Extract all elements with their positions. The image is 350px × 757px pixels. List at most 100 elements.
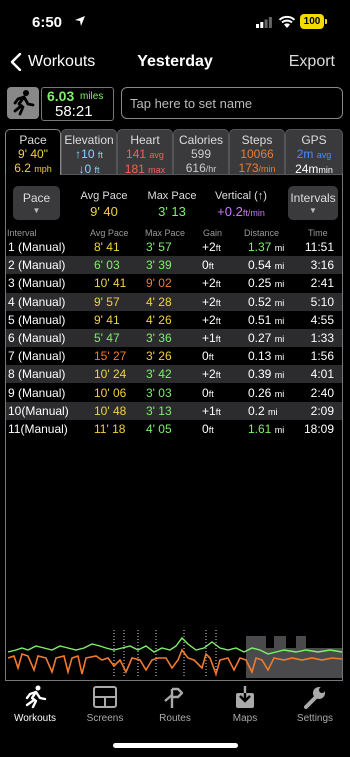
gain-unit: ft <box>215 279 221 290</box>
activity-type-button[interactable] <box>7 87 39 119</box>
tab-value: 6.2 <box>14 161 31 175</box>
time-cell: 4:55 <box>310 312 334 327</box>
distance-unit: mi <box>274 279 285 290</box>
avg-pace-cell: 10' 48 <box>94 403 127 418</box>
location-arrow-icon <box>75 16 85 26</box>
gain-cell: +2 <box>202 312 216 327</box>
workout-name-input[interactable] <box>121 87 343 119</box>
tab-value: 10066 <box>240 147 274 161</box>
distance-cell: 0.27 <box>248 331 272 345</box>
tab-gps[interactable]: GPS 2m avg 24mmin <box>285 129 343 176</box>
table-row[interactable]: 3 (Manual) 10' 41 9' 02 +2ft 0.25 mi 2:41 <box>6 274 342 292</box>
time-cell: 18:09 <box>303 422 334 436</box>
tabbar-label: Maps <box>232 713 258 724</box>
distance-value: 6.03 <box>47 88 75 104</box>
distance-cell: 0.26 <box>248 385 272 400</box>
export-button[interactable]: Export <box>289 53 335 71</box>
tab-unit: avg <box>316 150 332 160</box>
table-row[interactable]: 5 (Manual) 9' 41 4' 26 +2ft 0.51 mi 4:55 <box>6 311 342 329</box>
intervals-selector-button[interactable]: Intervals ▼ <box>288 186 338 220</box>
column-header: Max Pace <box>145 228 186 238</box>
max-pace-cell: 4' 26 <box>146 312 172 327</box>
tab-value: 599 <box>190 147 212 161</box>
tabbar-maps[interactable]: Maps <box>210 685 280 724</box>
tab-calories[interactable]: Calories 599 616/hr <box>173 129 229 175</box>
tab-pace[interactable]: Pace 9' 40" 6.2 mph <box>5 129 61 175</box>
max-pace-cell: 3' 13 <box>146 403 172 418</box>
distance-cell: 0.39 <box>248 367 272 382</box>
max-pace-cell: 3' 57 <box>146 240 172 254</box>
time-cell: 2:41 <box>310 276 334 291</box>
pace-selector-button[interactable]: Pace ▼ <box>13 186 60 220</box>
table-row[interactable]: 11(Manual) 11' 18 4' 05 0ft 1.61 mi 18:09 <box>6 420 342 438</box>
interval-name: 5 (Manual) <box>8 312 66 327</box>
gain-cell: +2 <box>202 276 216 291</box>
tabbar-label: Settings <box>296 713 334 724</box>
distance-unit: mi <box>274 297 285 308</box>
interval-name: 1 (Manual) <box>8 240 66 254</box>
table-row[interactable]: 7 (Manual) 15' 27 3' 26 0ft 0.13 mi 1:56 <box>6 347 342 365</box>
tabbar-settings[interactable]: Settings <box>280 685 350 724</box>
pace-chart[interactable] <box>6 628 342 678</box>
gain-unit: ft <box>208 425 214 435</box>
distance-unit: mi <box>274 352 285 363</box>
distance-cell: 0.52 <box>248 294 272 309</box>
gain-unit: ft <box>208 388 214 399</box>
gain-unit: ft <box>208 261 214 272</box>
gain-cell: 0 <box>202 385 209 400</box>
avg-pace-value: 9' 40 <box>90 204 118 219</box>
max-pace-cell: 3' 03 <box>146 385 172 400</box>
caret-down-icon: ▼ <box>32 206 41 215</box>
status-time: 6:50 <box>32 14 63 31</box>
table-row[interactable]: 10(Manual) 10' 48 3' 13 +1ft 0.2 mi 2:09 <box>6 401 342 420</box>
tabbar-screens[interactable]: Screens <box>70 685 140 724</box>
tab-steps[interactable]: Steps 10066 173/min <box>229 129 285 175</box>
tabbar-label: Workouts <box>13 713 57 724</box>
avg-pace-cell: 11' 18 <box>94 422 126 436</box>
tab-title: Heart <box>130 133 160 147</box>
tab-heart[interactable]: Heart 141 avg 181 max <box>117 129 173 176</box>
table-row[interactable]: 8 (Manual) 10' 24 3' 42 +2ft 0.39 mi 4:01 <box>6 365 342 384</box>
gain-unit: ft <box>215 406 221 417</box>
column-header: Gain <box>203 228 223 238</box>
tab-value: 2m <box>296 147 314 161</box>
tab-value: 9' 40" <box>18 147 48 161</box>
max-pace-value: 3' 13 <box>158 204 186 219</box>
interval-name: 7 (Manual) <box>8 349 66 364</box>
time-cell: 2:40 <box>310 385 334 400</box>
tab-elevation[interactable]: Elevation ↑10 ft ↓0 ft <box>61 129 117 176</box>
time-cell: 3:16 <box>310 258 334 273</box>
tabbar-label: Screens <box>86 713 124 724</box>
avg-pace-cell: 10' 41 <box>94 276 127 291</box>
maps-download-icon <box>236 686 254 708</box>
table-row[interactable]: 6 (Manual) 5' 47 3' 36 +1ft 0.27 mi 1:33 <box>6 329 342 347</box>
distance-unit: mi <box>274 243 285 253</box>
routes-icon <box>164 687 184 708</box>
max-pace-label: Max Pace <box>147 190 197 202</box>
screens-icon <box>93 686 117 708</box>
table-row[interactable]: 2 (Manual) 6' 03 3' 39 0ft 0.54 mi 3:16 <box>6 256 342 275</box>
gain-unit: ft <box>215 334 221 344</box>
elevation-area <box>246 636 342 678</box>
avg-pace-cell: 10' 24 <box>94 367 127 382</box>
gain-cell: +1 <box>202 331 216 345</box>
table-row[interactable]: 9 (Manual) 10' 06 3' 03 0ft 0.26 mi 2:40 <box>6 384 342 402</box>
tabbar-workouts[interactable]: Workouts <box>0 685 70 724</box>
tab-value: 173 <box>238 161 259 175</box>
tabbar-routes[interactable]: Routes <box>140 685 210 724</box>
table-row[interactable]: 4 (Manual) 9' 57 4' 28 +2ft 0.52 mi 5:10 <box>6 292 342 311</box>
gain-unit: ft <box>215 243 221 253</box>
max-pace-cell: 3' 39 <box>146 258 172 273</box>
distance-cell: 0.25 <box>248 276 272 291</box>
column-header: Time <box>308 228 328 238</box>
distance-unit: mi <box>274 315 285 326</box>
distance-cell: 0.13 <box>248 349 272 364</box>
heart-line <box>7 636 342 655</box>
table-row[interactable]: 1 (Manual) 8' 41 3' 57 +2ft 1.37 mi 11:51 <box>6 238 342 256</box>
avg-pace-cell: 8' 41 <box>94 240 120 254</box>
wrench-icon <box>304 687 325 709</box>
tab-title: Pace <box>19 133 47 147</box>
gain-unit: ft <box>215 315 221 326</box>
battery-nub <box>325 19 327 24</box>
distance-cell: 0.51 <box>248 312 272 327</box>
